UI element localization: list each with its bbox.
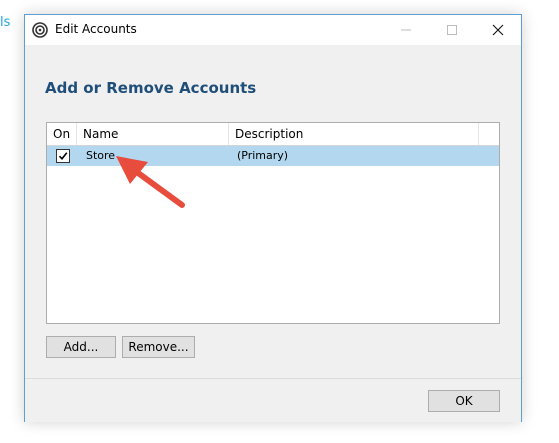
list-header: On Name Description bbox=[47, 123, 499, 146]
edit-accounts-window: Edit Accounts Add or Remove Accounts On … bbox=[24, 14, 522, 422]
column-header-description[interactable]: Description bbox=[229, 123, 479, 145]
dialog-heading: Add or Remove Accounts bbox=[45, 79, 257, 97]
remove-account-button[interactable]: Remove... bbox=[122, 336, 195, 358]
title-bar[interactable]: Edit Accounts bbox=[25, 15, 521, 45]
checkmark-icon bbox=[58, 152, 68, 161]
column-header-name[interactable]: Name bbox=[77, 123, 229, 145]
background-text-fragment: ls bbox=[0, 15, 11, 30]
ok-button[interactable]: OK bbox=[428, 390, 500, 412]
account-enabled-checkbox[interactable] bbox=[56, 149, 70, 163]
column-header-on[interactable]: On bbox=[47, 123, 77, 145]
annotation-arrow-icon bbox=[116, 156, 185, 208]
app-logo-icon bbox=[32, 22, 48, 38]
close-icon bbox=[492, 24, 504, 36]
window-title: Edit Accounts bbox=[55, 22, 137, 36]
dialog-footer: OK bbox=[25, 378, 521, 422]
minimize-icon bbox=[401, 29, 411, 31]
column-header-filler bbox=[479, 123, 499, 145]
account-name: Store bbox=[86, 149, 116, 162]
maximize-icon bbox=[447, 25, 457, 35]
maximize-button[interactable] bbox=[429, 15, 475, 45]
add-account-button[interactable]: Add... bbox=[46, 336, 116, 358]
close-button[interactable] bbox=[475, 15, 521, 45]
minimize-button[interactable] bbox=[383, 15, 429, 45]
account-description: (Primary) bbox=[237, 149, 289, 162]
